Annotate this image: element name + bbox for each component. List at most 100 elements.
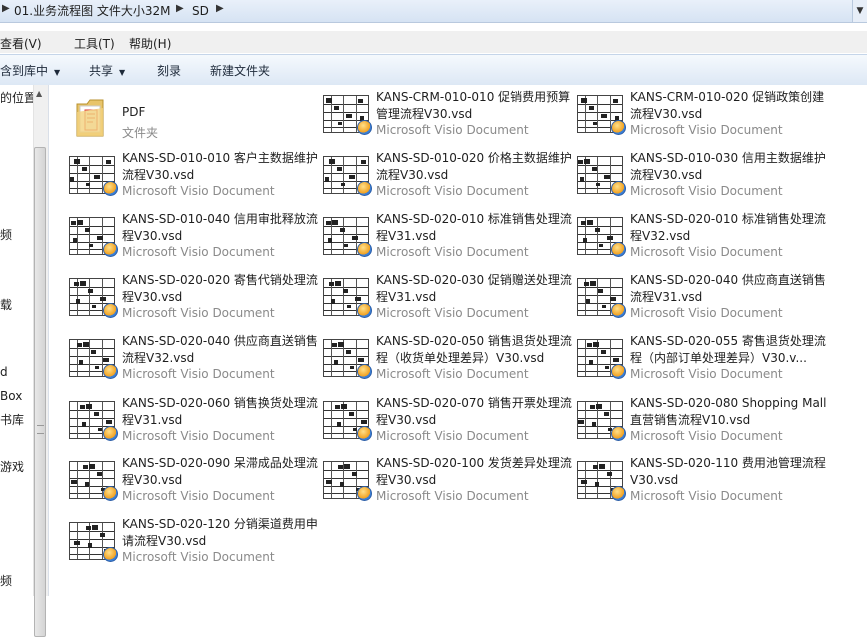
menu-bar: 查看(V) 工具(T) 帮助(H) [0, 31, 867, 53]
file-type: Microsoft Visio Document [122, 306, 275, 320]
folder-name: PDF [122, 105, 146, 119]
file-type: Microsoft Visio Document [376, 489, 529, 503]
file-type: Microsoft Visio Document [630, 306, 783, 320]
scroll-up-icon[interactable]: ▲ [36, 89, 42, 98]
nav-item[interactable]: 游戏 [0, 458, 24, 475]
file-name: KANS-SD-020-055 寄售退货处理流程（内部订单处理差异）V30.v.… [630, 334, 826, 365]
nav-scrollbar-thumb[interactable] [34, 147, 46, 637]
nav-item[interactable]: 频 [0, 572, 12, 589]
share-button[interactable]: 共享 ▼ [89, 62, 125, 79]
file-item[interactable]: KANS-SD-020-055 寄售退货处理流程（内部订单处理差异）V30.v.… [577, 333, 827, 391]
visio-app-icon [103, 181, 118, 196]
file-type: Microsoft Visio Document [122, 245, 275, 259]
file-type: Microsoft Visio Document [376, 123, 529, 137]
share-label: 共享 [89, 64, 114, 78]
visio-app-icon [611, 303, 626, 318]
nav-item[interactable]: Box [0, 389, 22, 403]
file-name: KANS-SD-020-050 销售退货处理流程（收货单处理差异）V30.vsd [376, 334, 572, 365]
breadcrumb-separator-icon[interactable]: ▶ [2, 3, 10, 14]
file-item[interactable]: KANS-SD-020-090 呆滞成品处理流程V30.vsd Microsoft… [69, 455, 319, 513]
file-name: KANS-SD-020-110 费用池管理流程V30.vsd [630, 456, 826, 487]
file-type: Microsoft Visio Document [630, 245, 783, 259]
file-type: Microsoft Visio Document [630, 489, 783, 503]
scroll-grip-icon [37, 425, 44, 434]
file-item[interactable]: KANS-SD-010-030 信用主数据维护流程V30.vsd Microsof… [577, 150, 827, 208]
menu-help[interactable]: 帮助(H) [129, 35, 171, 52]
file-item[interactable]: KANS-CRM-010-020 促销政策创建流程V30.vsd Microsof… [577, 89, 827, 147]
file-type: Microsoft Visio Document [630, 367, 783, 381]
nav-item[interactable]: 书库 [0, 411, 24, 428]
visio-app-icon [357, 486, 372, 501]
nav-item[interactable]: 频 [0, 226, 12, 243]
file-item[interactable]: KANS-CRM-010-010 促销费用预算管理流程V30.vsd Micros… [323, 89, 573, 147]
file-name: KANS-SD-020-080 Shopping Mall直营销售流程V10.v… [630, 396, 827, 427]
chevron-down-icon: ▼ [119, 68, 126, 77]
file-item[interactable]: KANS-SD-020-080 Shopping Mall直营销售流程V10.v… [577, 395, 827, 453]
folder-item-pdf[interactable]: PDF 文件夹 [49, 89, 299, 147]
file-item[interactable]: KANS-SD-020-020 寄售代销处理流程V30.vsd Microsoft… [69, 272, 319, 330]
file-item[interactable]: KANS-SD-020-010 标准销售处理流程V32.vsd Microsoft… [577, 211, 827, 269]
file-item[interactable]: KANS-SD-020-040 供应商直送销售流程V32.vsd Microsof… [69, 333, 319, 391]
visio-app-icon [611, 364, 626, 379]
visio-app-icon [103, 426, 118, 441]
file-item[interactable]: KANS-SD-020-100 发货差异处理流程V30.vsd Microsoft… [323, 455, 573, 513]
address-bar[interactable]: ▶ 01.业务流程图 文件大小32M ▶ SD ▶ ▼ [0, 0, 867, 23]
file-item[interactable]: KANS-SD-020-050 销售退货处理流程（收货单处理差异）V30.vsd… [323, 333, 573, 391]
address-dropdown-icon[interactable]: ▼ [852, 0, 867, 22]
visio-app-icon [103, 242, 118, 257]
file-item[interactable]: KANS-SD-020-110 费用池管理流程V30.vsd Microsoft … [577, 455, 827, 513]
visio-app-icon [103, 364, 118, 379]
file-type: Microsoft Visio Document [630, 429, 783, 443]
new-folder-button[interactable]: 新建文件夹 [210, 62, 270, 79]
breadcrumb-item-current[interactable]: SD [192, 3, 209, 19]
breadcrumb-item-parent[interactable]: 01.业务流程图 文件大小32M [14, 3, 171, 19]
file-item[interactable]: KANS-SD-020-040 供应商直送销售流程V31.vsd Microsof… [577, 272, 827, 330]
file-type: Microsoft Visio Document [376, 429, 529, 443]
file-item[interactable]: KANS-SD-010-020 价格主数据维护流程V30.vsd Microsof… [323, 150, 573, 208]
file-name: KANS-SD-020-040 供应商直送销售流程V31.vsd [630, 273, 826, 304]
burn-button[interactable]: 刻录 [157, 62, 181, 79]
file-list[interactable]: PDF 文件夹 KANS-CRM-010-010 促销费用预算管理流程V30.v… [49, 85, 867, 596]
file-name: KANS-SD-020-020 寄售代销处理流程V30.vsd [122, 273, 318, 304]
visio-app-icon [357, 364, 372, 379]
file-name: KANS-CRM-010-020 促销政策创建流程V30.vsd [630, 90, 825, 121]
visio-app-icon [611, 181, 626, 196]
visio-app-icon [611, 426, 626, 441]
visio-app-icon [357, 181, 372, 196]
file-type: Microsoft Visio Document [376, 245, 529, 259]
file-name: KANS-SD-020-010 标准销售处理流程V32.vsd [630, 212, 826, 243]
include-in-library-button[interactable]: 含到库中 ▼ [0, 62, 60, 79]
file-type: Microsoft Visio Document [122, 550, 275, 564]
menu-tools[interactable]: 工具(T) [74, 35, 115, 52]
file-type: Microsoft Visio Document [630, 184, 783, 198]
file-type: Microsoft Visio Document [376, 367, 529, 381]
breadcrumb-separator-icon[interactable]: ▶ [216, 3, 224, 14]
folder-type: 文件夹 [122, 126, 159, 140]
visio-app-icon [611, 120, 626, 135]
file-type: Microsoft Visio Document [376, 184, 529, 198]
file-item[interactable]: KANS-SD-020-010 标准销售处理流程V31.vsd Microsoft… [323, 211, 573, 269]
file-name: KANS-SD-020-030 促销赠送处理流程V31.vsd [376, 273, 572, 304]
file-name: KANS-SD-020-120 分销渠道费用申请流程V30.vsd [122, 517, 318, 548]
visio-app-icon [357, 120, 372, 135]
file-item[interactable]: KANS-SD-020-120 分销渠道费用申请流程V30.vsd Microso… [69, 516, 319, 574]
visio-app-icon [611, 486, 626, 501]
file-name: KANS-SD-010-030 信用主数据维护流程V30.vsd [630, 151, 826, 182]
file-item[interactable]: KANS-SD-010-040 信用审批释放流程V30.vsd Microsoft… [69, 211, 319, 269]
file-name: KANS-SD-010-040 信用审批释放流程V30.vsd [122, 212, 318, 243]
file-name: KANS-SD-020-100 发货差异处理流程V30.vsd [376, 456, 572, 487]
file-item[interactable]: KANS-SD-010-010 客户主数据维护流程V30.vsd Microsof… [69, 150, 319, 208]
visio-app-icon [103, 547, 118, 562]
breadcrumb-separator-icon[interactable]: ▶ [176, 3, 184, 14]
nav-item[interactable]: 的位置 [0, 89, 36, 106]
file-item[interactable]: KANS-SD-020-070 销售开票处理流程V30.vsd Microsoft… [323, 395, 573, 453]
menu-view[interactable]: 查看(V) [0, 35, 42, 52]
nav-item[interactable]: d [0, 365, 8, 379]
command-bar: 含到库中 ▼ 共享 ▼ 刻录 新建文件夹 [0, 54, 867, 86]
file-item[interactable]: KANS-SD-020-030 促销赠送处理流程V31.vsd Microsoft… [323, 272, 573, 330]
navigation-pane[interactable]: 的位置 频 载 d Box 书库 游戏 频 ▲ [0, 85, 49, 637]
nav-item[interactable]: 载 [0, 296, 12, 313]
file-item[interactable]: KANS-SD-020-060 销售换货处理流程V31.vsd Microsoft… [69, 395, 319, 453]
visio-app-icon [103, 486, 118, 501]
file-type: Microsoft Visio Document [630, 123, 783, 137]
